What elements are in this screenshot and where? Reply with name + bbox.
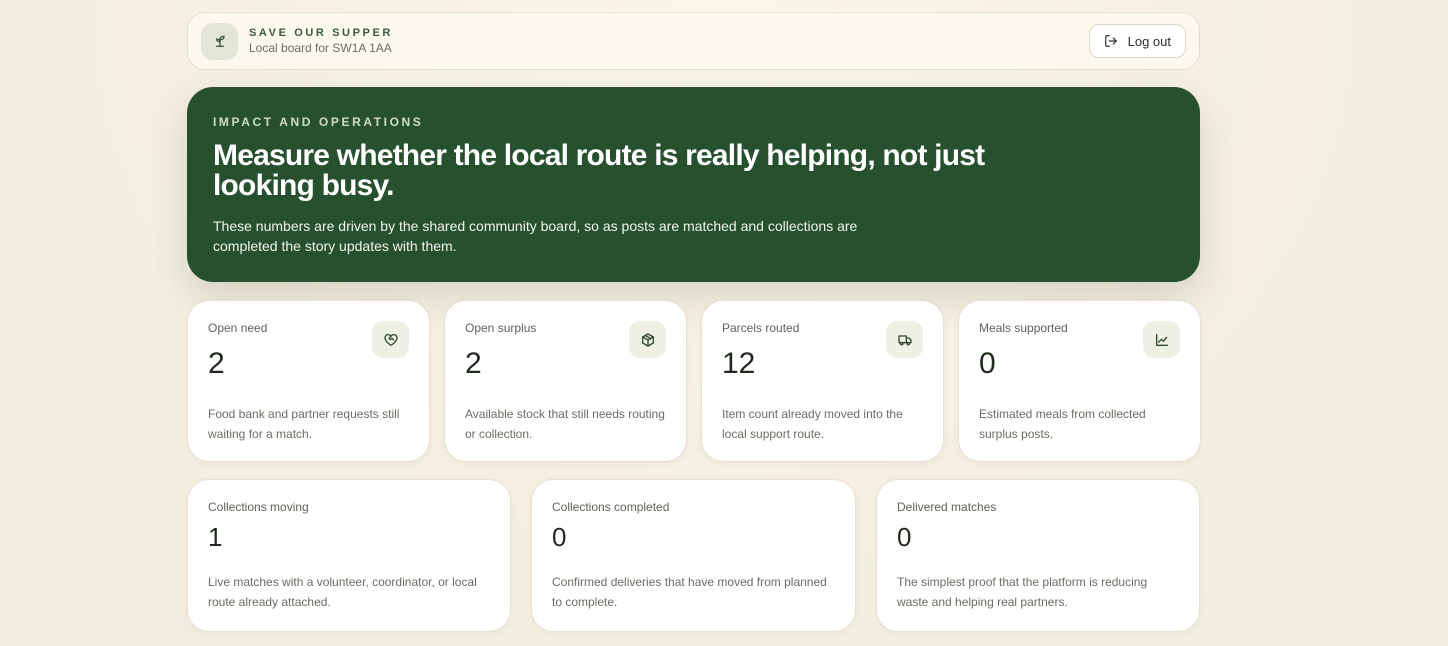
- stat-card-meals-supported: Meals supported 0 Estimated meals from c…: [958, 300, 1201, 462]
- brand-subtitle: Local board for SW1A 1AA: [249, 41, 392, 55]
- hero-eyebrow: IMPACT AND OPERATIONS: [213, 115, 424, 129]
- stat-label: Collections moving: [208, 500, 309, 514]
- log-out-icon: [1104, 34, 1118, 48]
- stat-label: Delivered matches: [897, 500, 997, 514]
- stat-card-parcels-routed: Parcels routed 12 Item count already mov…: [701, 300, 944, 462]
- stat-description: The simplest proof that the platform is …: [897, 575, 1148, 609]
- brand-text: SAVE OUR SUPPER Local board for SW1A 1AA: [249, 27, 393, 55]
- stat-value: 0: [552, 522, 567, 552]
- brand: SAVE OUR SUPPER Local board for SW1A 1AA: [201, 22, 393, 60]
- sprout-icon: [201, 22, 238, 60]
- stat-description: Item count already moved into the local …: [722, 407, 903, 441]
- package-icon: [629, 321, 666, 358]
- heart-handshake-icon: [372, 321, 409, 358]
- log-out-label: Log out: [1127, 33, 1171, 49]
- stat-description: Food bank and partner requests still wai…: [208, 407, 400, 441]
- stat-description: Estimated meals from collected surplus p…: [979, 407, 1146, 441]
- stat-card-open-need: Open need 2 Food bank and partner reques…: [187, 300, 430, 462]
- stat-description: Available stock that still needs routing…: [465, 407, 665, 441]
- page-container: SAVE OUR SUPPER Local board for SW1A 1AA…: [187, 12, 1201, 632]
- stat-card-open-surplus: Open surplus 2 Available stock that stil…: [444, 300, 687, 462]
- truck-icon: [886, 321, 923, 358]
- stat-card-delivered-matches: Delivered matches 0 The simplest proof t…: [876, 479, 1200, 632]
- impact-hero: IMPACT AND OPERATIONS Measure whether th…: [187, 87, 1200, 282]
- stat-card-collections-completed: Collections completed 0 Confirmed delive…: [531, 479, 856, 632]
- stat-description: Live matches with a volunteer, coordinat…: [208, 575, 477, 609]
- secondary-stats: Collections moving 1 Live matches with a…: [187, 479, 1200, 632]
- stat-card-collections-moving: Collections moving 1 Live matches with a…: [187, 479, 511, 632]
- hero-title: Measure whether the local route is reall…: [213, 139, 985, 202]
- stat-value: 0: [897, 522, 912, 552]
- primary-stats: Open need 2 Food bank and partner reques…: [187, 300, 1201, 462]
- stat-label: Collections completed: [552, 500, 670, 514]
- brand-title: SAVE OUR SUPPER: [249, 27, 393, 39]
- top-bar: SAVE OUR SUPPER Local board for SW1A 1AA…: [187, 12, 1200, 70]
- stat-value: 1: [208, 522, 223, 552]
- line-chart-icon: [1143, 321, 1180, 358]
- stat-description: Confirmed deliveries that have moved fro…: [552, 575, 827, 609]
- log-out-button[interactable]: Log out: [1088, 24, 1186, 58]
- hero-description: These numbers are driven by the shared c…: [213, 218, 858, 254]
